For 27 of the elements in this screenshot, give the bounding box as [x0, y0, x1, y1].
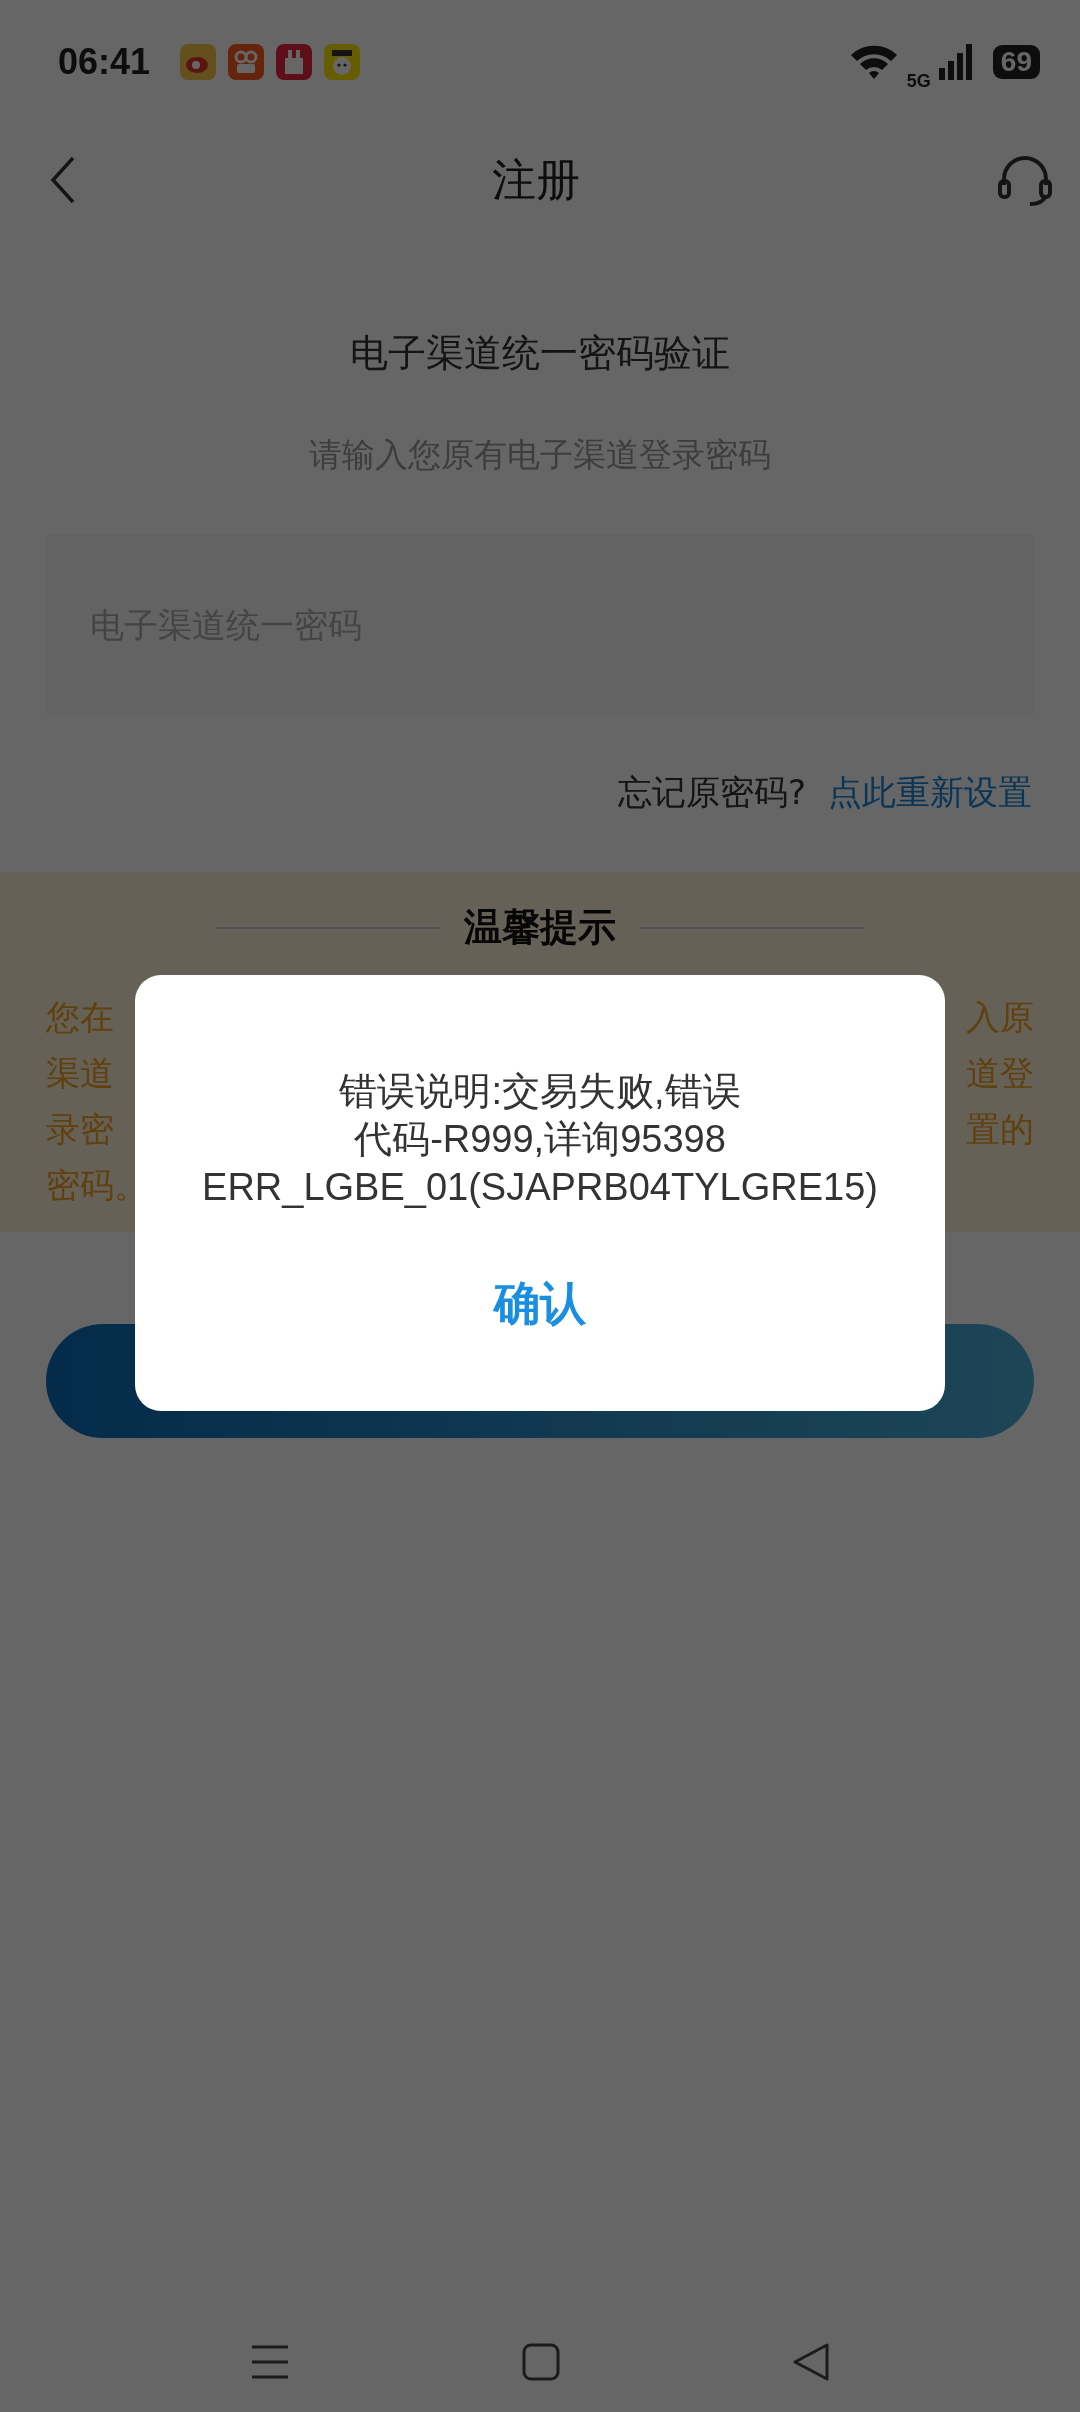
app-notification-icon [324, 44, 361, 80]
network-type: 5G [906, 70, 931, 92]
home-icon[interactable] [522, 2343, 560, 2381]
error-message: 错误说明:交易失败,错误 代码-R999,详询95398 ERR_LGBE_01(SJAPRB04TYLGRE15) [202, 1069, 878, 1210]
page-title: 注册 [492, 152, 580, 207]
battery-level: 69 [992, 45, 1040, 79]
tip-text: 渠道 [46, 1052, 114, 1095]
headset-icon[interactable] [996, 153, 1054, 207]
menu-icon[interactable] [250, 2344, 290, 2380]
tip-text: 您在 [46, 996, 114, 1039]
app-notification-icon [228, 44, 265, 80]
tip-text: 录密 [46, 1108, 114, 1151]
app-notification-icon [276, 44, 313, 80]
confirm-button[interactable]: 确认 [454, 1263, 626, 1345]
status-time: 06:41 [58, 41, 151, 83]
tip-text: 道登 [966, 1052, 1034, 1095]
app-notification-icon [180, 44, 217, 80]
reset-password-link[interactable]: 点此重新设置 [828, 770, 1032, 816]
tip-text: 置的 [966, 1108, 1034, 1151]
tip-text: 入原 [966, 996, 1034, 1039]
tip-text: 密码。 [46, 1164, 148, 1207]
forgot-password-text: 忘记原密码? [617, 771, 806, 814]
back-nav-icon[interactable] [792, 2342, 830, 2382]
signal-icon [938, 44, 973, 80]
back-icon[interactable] [50, 156, 76, 204]
section-heading: 电子渠道统一密码验证 [349, 330, 731, 377]
tips-title: 温馨提示 [464, 904, 616, 951]
